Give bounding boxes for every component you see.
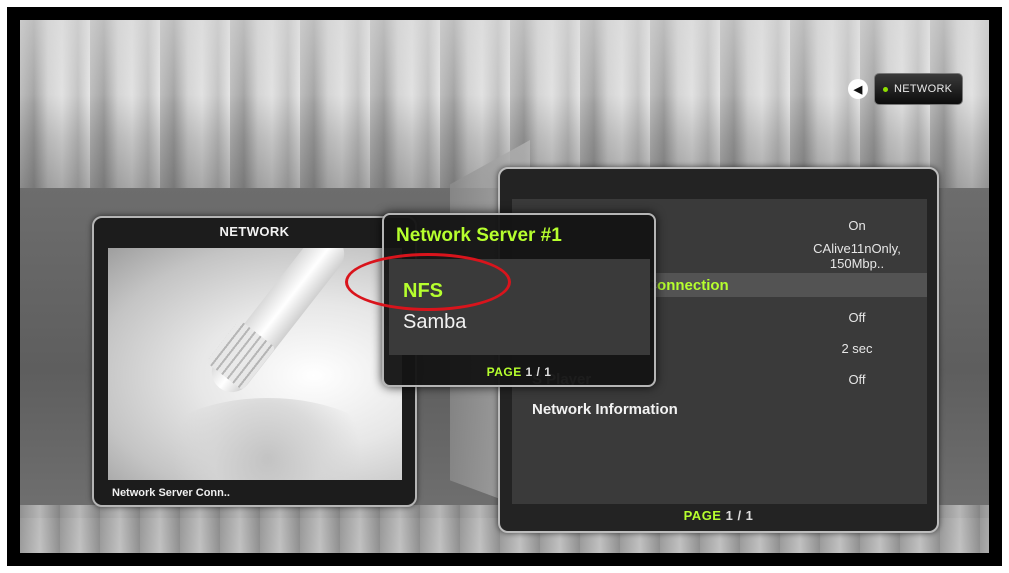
page-label: PAGE xyxy=(683,508,722,523)
popup-page-indicator: PAGE 1 / 1 xyxy=(384,365,654,379)
settings-page-indicator: PAGE 1 / 1 xyxy=(500,508,937,523)
screen-frame: ◀ NETWORK NETWORK Network Server Conn.. … xyxy=(7,7,1002,566)
preview-panel: NETWORK Network Server Conn.. xyxy=(92,216,417,507)
tv-screen: ◀ NETWORK NETWORK Network Server Conn.. … xyxy=(20,20,989,553)
speaker-icon: ◀ xyxy=(848,79,868,99)
popup-title: Network Server #1 xyxy=(396,225,562,246)
network-badge-label: NETWORK xyxy=(894,83,953,95)
settings-row-value: Off xyxy=(848,309,866,325)
gear-shape xyxy=(148,398,388,480)
page-value: 1 / 1 xyxy=(725,508,754,523)
preview-title: NETWORK xyxy=(219,224,290,239)
popup-page-value: 1 / 1 xyxy=(525,365,552,379)
settings-row-value: 2 sec xyxy=(841,340,873,356)
network-indicator: ◀ NETWORK xyxy=(848,73,964,105)
status-dot-icon xyxy=(883,86,888,92)
settings-row-value: CAlive11nOnly, 150Mbp.. xyxy=(813,241,901,271)
network-badge: NETWORK xyxy=(874,73,964,105)
popup-page-label: PAGE xyxy=(486,365,522,379)
annotation-highlight-circle xyxy=(345,253,511,311)
popup-option-samba[interactable]: Samba xyxy=(403,311,466,334)
settings-row-network-information[interactable]: Network Information xyxy=(532,397,927,421)
preview-caption: Network Server Conn.. xyxy=(112,487,230,499)
settings-row-label: Network Information xyxy=(532,400,678,418)
settings-row-value: On xyxy=(848,217,866,233)
settings-row-value: Off xyxy=(848,371,866,387)
